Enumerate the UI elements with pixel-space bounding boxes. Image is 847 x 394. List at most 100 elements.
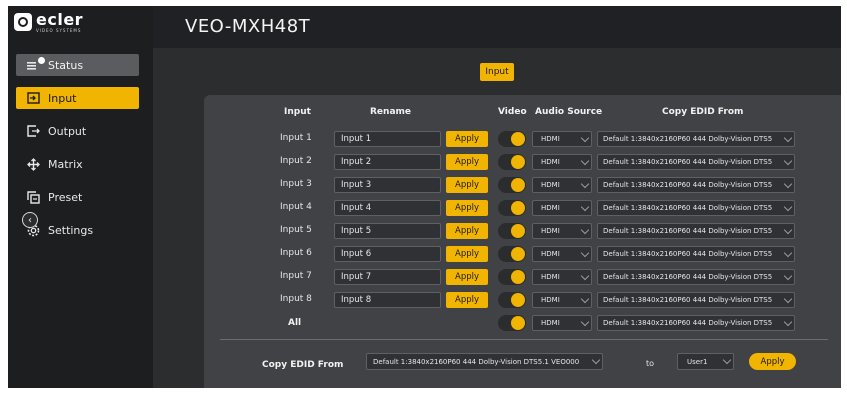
select-value: Default 1:3840x2160P60 444 Dolby-Vision … <box>603 204 773 212</box>
rename-input-5[interactable]: Input 5 <box>334 223 441 239</box>
copy-edid-select-2[interactable]: Default 1:3840x2160P60 444 Dolby-Vision … <box>597 154 795 170</box>
copy-edid-target-select[interactable]: User1 <box>677 353 734 370</box>
input-icon <box>26 91 40 105</box>
apply-rename-button-2[interactable]: Apply <box>446 154 488 170</box>
select-value: HDMI <box>541 181 560 189</box>
section-tab-input[interactable]: Input <box>480 63 514 81</box>
apply-rename-button-7[interactable]: Apply <box>446 269 488 285</box>
copy-edid-select-8[interactable]: Default 1:3840x2160P60 444 Dolby-Vision … <box>597 292 795 308</box>
select-value: HDMI <box>541 204 560 212</box>
rename-input-6[interactable]: Input 6 <box>334 246 441 262</box>
copy-edid-select-4[interactable]: Default 1:3840x2160P60 444 Dolby-Vision … <box>597 200 795 216</box>
rename-value: Input 7 <box>341 272 372 282</box>
video-toggle-7[interactable] <box>498 269 526 285</box>
copy-edid-select-1[interactable]: Default 1:3840x2160P60 444 Dolby-Vision … <box>597 131 795 147</box>
apply-rename-button-1[interactable]: Apply <box>446 131 488 147</box>
select-value: HDMI <box>541 227 560 235</box>
sidebar-item-matrix[interactable]: Matrix <box>16 153 139 175</box>
row-label-input-1: Input 1 <box>280 133 312 143</box>
apply-rename-button-4[interactable]: Apply <box>446 200 488 216</box>
sidebar-item-input[interactable]: Input <box>16 87 139 109</box>
rename-input-1[interactable]: Input 1 <box>334 131 441 147</box>
toggle-knob <box>511 247 525 261</box>
audio-source-select-all[interactable]: HDMI <box>532 315 592 331</box>
logo-mark-icon <box>14 13 32 31</box>
audio-source-select-6[interactable]: HDMI <box>532 246 592 262</box>
video-toggle-all[interactable] <box>498 315 526 331</box>
preset-icon <box>26 190 40 204</box>
video-toggle-3[interactable] <box>498 177 526 193</box>
toggle-knob <box>511 270 525 284</box>
audio-source-select-5[interactable]: HDMI <box>532 223 592 239</box>
toggle-knob <box>511 155 525 169</box>
audio-source-select-3[interactable]: HDMI <box>532 177 592 193</box>
select-value: Default 1:3840x2160P60 444 Dolby-Vision … <box>603 250 773 258</box>
sidebar-item-preset[interactable]: Preset <box>16 186 139 208</box>
select-value: HDMI <box>541 319 560 327</box>
copy-edid-select-6[interactable]: Default 1:3840x2160P60 444 Dolby-Vision … <box>597 246 795 262</box>
copy-edid-from-label: Copy EDID From <box>262 360 344 370</box>
apply-rename-button-8[interactable]: Apply <box>446 292 488 308</box>
chevron-down-icon <box>722 355 732 365</box>
row-label-input-3: Input 3 <box>280 179 312 189</box>
rename-input-3[interactable]: Input 3 <box>334 177 441 193</box>
select-value: HDMI <box>541 273 560 281</box>
toggle-knob <box>511 201 525 215</box>
rename-input-7[interactable]: Input 7 <box>334 269 441 285</box>
apply-rename-button-5[interactable]: Apply <box>446 223 488 239</box>
rename-value: Input 4 <box>341 203 372 213</box>
chevron-down-icon <box>580 225 590 235</box>
collapse-sidebar-button[interactable]: ‹ <box>22 212 38 228</box>
sidebar-item-output[interactable]: Output <box>16 120 139 142</box>
audio-source-select-8[interactable]: HDMI <box>532 292 592 308</box>
row-label-all: All <box>288 318 302 328</box>
copy-edid-source-select[interactable]: Default 1:3840x2160P60 444 Dolby-Vision … <box>366 353 603 370</box>
select-value: Default 1:3840x2160P60 444 Dolby-Vision … <box>603 181 773 189</box>
audio-source-select-7[interactable]: HDMI <box>532 269 592 285</box>
video-toggle-6[interactable] <box>498 246 526 262</box>
chevron-down-icon <box>580 133 590 143</box>
row-label-input-6: Input 6 <box>280 248 312 258</box>
video-toggle-4[interactable] <box>498 200 526 216</box>
rename-input-2[interactable]: Input 2 <box>334 154 441 170</box>
select-value: User1 <box>687 357 708 366</box>
copy-edid-select-7[interactable]: Default 1:3840x2160P60 444 Dolby-Vision … <box>597 269 795 285</box>
chevron-down-icon <box>580 294 590 304</box>
row-label-input-5: Input 5 <box>280 225 312 235</box>
matrix-icon <box>26 157 40 171</box>
logo-subtitle: VIDEO SYSTEMS <box>36 27 82 33</box>
rename-value: Input 6 <box>341 249 372 259</box>
rename-input-8[interactable]: Input 8 <box>334 292 441 308</box>
notification-dot-icon <box>38 57 45 64</box>
sidebar-item-label: Input <box>48 91 77 105</box>
apply-rename-button-6[interactable]: Apply <box>446 246 488 262</box>
video-toggle-5[interactable] <box>498 223 526 239</box>
rename-value: Input 5 <box>341 226 372 236</box>
audio-source-select-2[interactable]: HDMI <box>532 154 592 170</box>
column-header-input: Input <box>284 107 311 117</box>
rename-input-4[interactable]: Input 4 <box>334 200 441 216</box>
output-icon <box>26 124 40 138</box>
input-settings-panel: Input Rename Video Audio Source Copy EDI… <box>204 95 841 388</box>
select-value: Default 1:3840x2160P60 444 Dolby-Vision … <box>373 357 580 366</box>
audio-source-select-4[interactable]: HDMI <box>532 200 592 216</box>
toggle-knob <box>511 224 525 238</box>
video-toggle-8[interactable] <box>498 292 526 308</box>
video-toggle-1[interactable] <box>498 131 526 147</box>
chevron-left-icon: ‹ <box>28 214 32 226</box>
rename-value: Input 8 <box>341 295 372 305</box>
copy-edid-select-all[interactable]: Default 1:3840x2160P60 444 Dolby-Vision … <box>597 315 795 331</box>
audio-source-select-1[interactable]: HDMI <box>532 131 592 147</box>
copy-edid-select-3[interactable]: Default 1:3840x2160P60 444 Dolby-Vision … <box>597 177 795 193</box>
video-toggle-2[interactable] <box>498 154 526 170</box>
rename-value: Input 1 <box>341 134 372 144</box>
copy-edid-apply-button[interactable]: Apply <box>749 353 796 370</box>
sidebar-item-label: Preset <box>48 190 83 204</box>
chevron-down-icon <box>580 248 590 258</box>
sidebar-item-status[interactable]: Status <box>16 54 139 76</box>
select-value: HDMI <box>541 250 560 258</box>
chevron-down-icon <box>783 202 793 212</box>
rename-value: Input 2 <box>341 157 372 167</box>
apply-rename-button-3[interactable]: Apply <box>446 177 488 193</box>
copy-edid-select-5[interactable]: Default 1:3840x2160P60 444 Dolby-Vision … <box>597 223 795 239</box>
